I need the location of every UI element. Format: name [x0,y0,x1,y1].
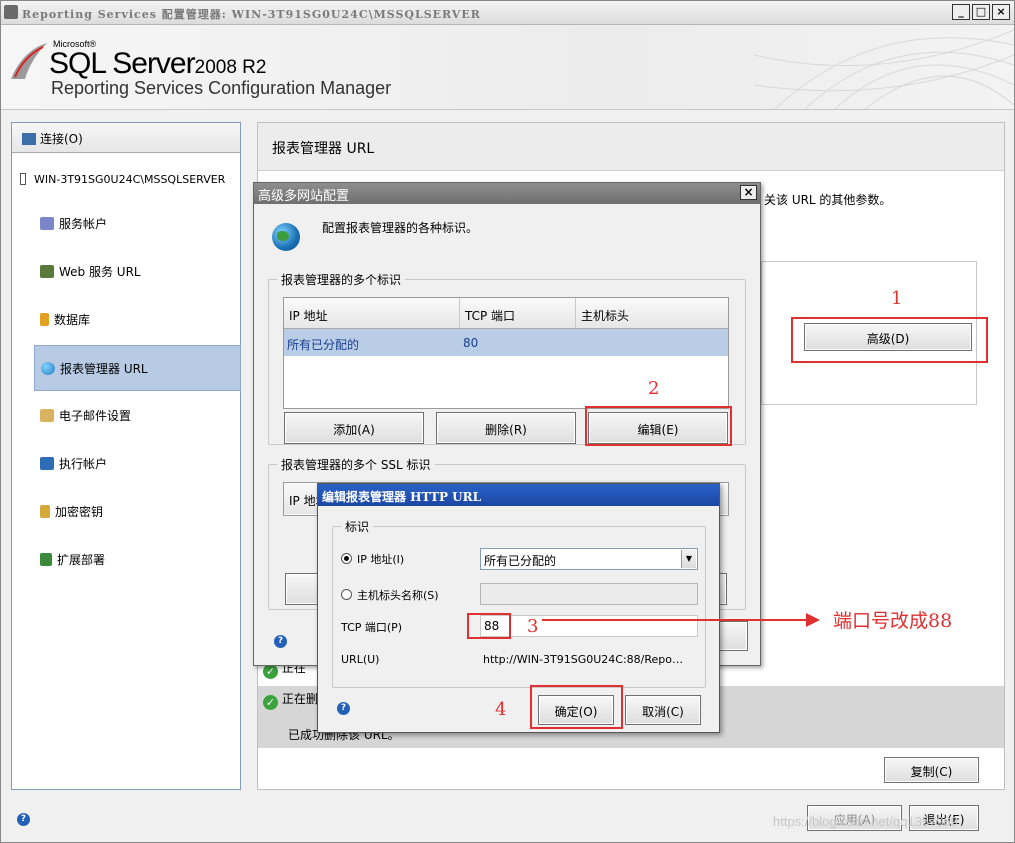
column-port: TCP 端口 [460,298,576,328]
status-line-1: ✓ 正在删 [263,690,318,710]
sidebar-item-web-service-url[interactable]: Web 服务 URL [34,249,241,295]
identity-group: 标识 IP 地址(I) 所有已分配的 ▼ 主机标头名称(S) TCP 端口(P)… [332,518,706,688]
sidebar-item-report-manager-url[interactable]: 报表管理器 URL [34,345,241,391]
execution-account-icon [40,457,54,470]
annotation-arrow [542,619,812,621]
identities-table: IP 地址 TCP 端口 主机标头 所有已分配的 80 [283,297,729,409]
column-host: 主机标头 [581,309,630,323]
dialog-description: 配置报表管理器的各种标识。 [322,221,479,235]
host-header-field[interactable] [480,583,698,605]
table-header: IP 地址 TCP 端口 主机标头 [284,298,728,329]
highlight-box-4 [530,685,623,729]
edit-dialog-title: 编辑报表管理器 HTTP URL [318,484,719,506]
sidebar-item-execution-account[interactable]: 执行帐户 [34,441,241,487]
success-icon: ✓ [263,664,278,679]
product-name: SQL Server2008 R2 [49,47,267,80]
edit-http-url-dialog: 编辑报表管理器 HTTP URL 标识 IP 地址(I) 所有已分配的 ▼ 主机… [317,483,720,733]
web-service-icon [40,265,54,278]
step-number-4: 4 [495,699,507,720]
window-controls: _ □ × [952,4,1010,20]
help-icon[interactable]: ? [17,813,30,826]
product-subtitle: Reporting Services Configuration Manager [51,78,392,98]
connect-icon [22,133,36,145]
identity-group-label: 标识 [341,518,374,535]
sidebar-item-database[interactable]: 数据库 [34,297,241,343]
sidebar-item-service-account[interactable]: 服务帐户 [34,201,241,247]
table-row[interactable]: 所有已分配的 80 [284,329,728,356]
globe-icon [272,223,300,251]
host-label: 主机标头名称(S) [357,589,439,602]
url-value: http://WIN-3T91SG0U24C:88/Repo… [483,653,684,666]
chevron-down-icon: ▼ [681,550,696,568]
app-icon [4,5,18,19]
email-icon [40,409,54,422]
url-label: URL(U) [341,653,380,666]
port-label: TCP 端口(P) [341,621,403,634]
page-description: 关该 URL 的其他参数。 [764,193,892,207]
add-button[interactable]: 添加(A) [284,412,424,444]
database-icon [40,313,49,326]
highlight-box-1 [791,317,988,363]
dialog-help-icon[interactable]: ? [274,635,287,648]
key-icon [40,505,50,518]
ip-select[interactable]: 所有已分配的 ▼ [480,548,698,570]
title-bar: Reporting Services 配置管理器: WIN-3T91SG0U24… [1,1,1014,25]
copy-button[interactable]: 复制(C) [884,757,979,783]
highlight-box-2 [585,406,732,446]
step-number-1: 1 [891,288,903,309]
annotation-note: 端口号改成88 [833,610,953,632]
main-window: Reporting Services 配置管理器: WIN-3T91SG0U24… [0,0,1015,843]
dialog-title: 高级多网站配置 [254,183,760,204]
table-empty-area [284,356,728,408]
server-icon [20,173,26,185]
ip-radio[interactable] [341,553,352,564]
column-ip: IP 地址 [284,298,460,328]
server-node[interactable]: WIN-3T91SG0U24C\MSSQLSERVER [20,173,225,186]
dialog-close-button[interactable]: × [740,185,757,200]
sidebar-item-encryption-keys[interactable]: 加密密钥 [34,489,241,535]
minimize-button[interactable]: _ [952,4,970,20]
step-number-3: 3 [527,616,539,637]
sidebar-item-scale-out-deployment[interactable]: 扩展部署 [34,537,241,583]
maximize-button[interactable]: □ [972,4,990,20]
banner-decoration [754,29,1014,109]
globe-icon [41,362,55,375]
product-banner: Microsoft® SQL Server2008 R2 Reporting S… [1,25,1014,110]
ip-label: IP 地址(I) [357,553,405,566]
sidebar-item-email-settings[interactable]: 电子邮件设置 [34,393,241,439]
page-title: 报表管理器 URL [258,123,1004,171]
edit-dialog-help-icon[interactable]: ? [337,702,350,715]
step-number-2: 2 [648,378,660,399]
success-icon: ✓ [263,695,278,710]
host-radio[interactable] [341,589,352,600]
highlight-box-3 [467,613,511,639]
service-account-icon [40,217,54,230]
cancel-button[interactable]: 取消(C) [625,695,701,725]
sql-server-logo-icon [11,43,47,79]
delete-button[interactable]: 删除(R) [436,412,576,444]
ssl-group-label: 报表管理器的多个 SSL 标识 [277,456,435,473]
scale-out-icon [40,553,52,566]
window-title: Reporting Services 配置管理器: WIN-3T91SG0U24… [22,8,481,21]
close-button[interactable]: × [992,4,1010,20]
connect-button[interactable]: 连接(O) [12,123,240,153]
identities-group-label: 报表管理器的多个标识 [277,271,406,288]
arrow-right-icon [806,613,820,627]
watermark: https://blog.csdn.net/qq1357969 [773,814,959,829]
sidebar: 连接(O) WIN-3T91SG0U24C\MSSQLSERVER 服务帐户 W… [11,122,241,790]
